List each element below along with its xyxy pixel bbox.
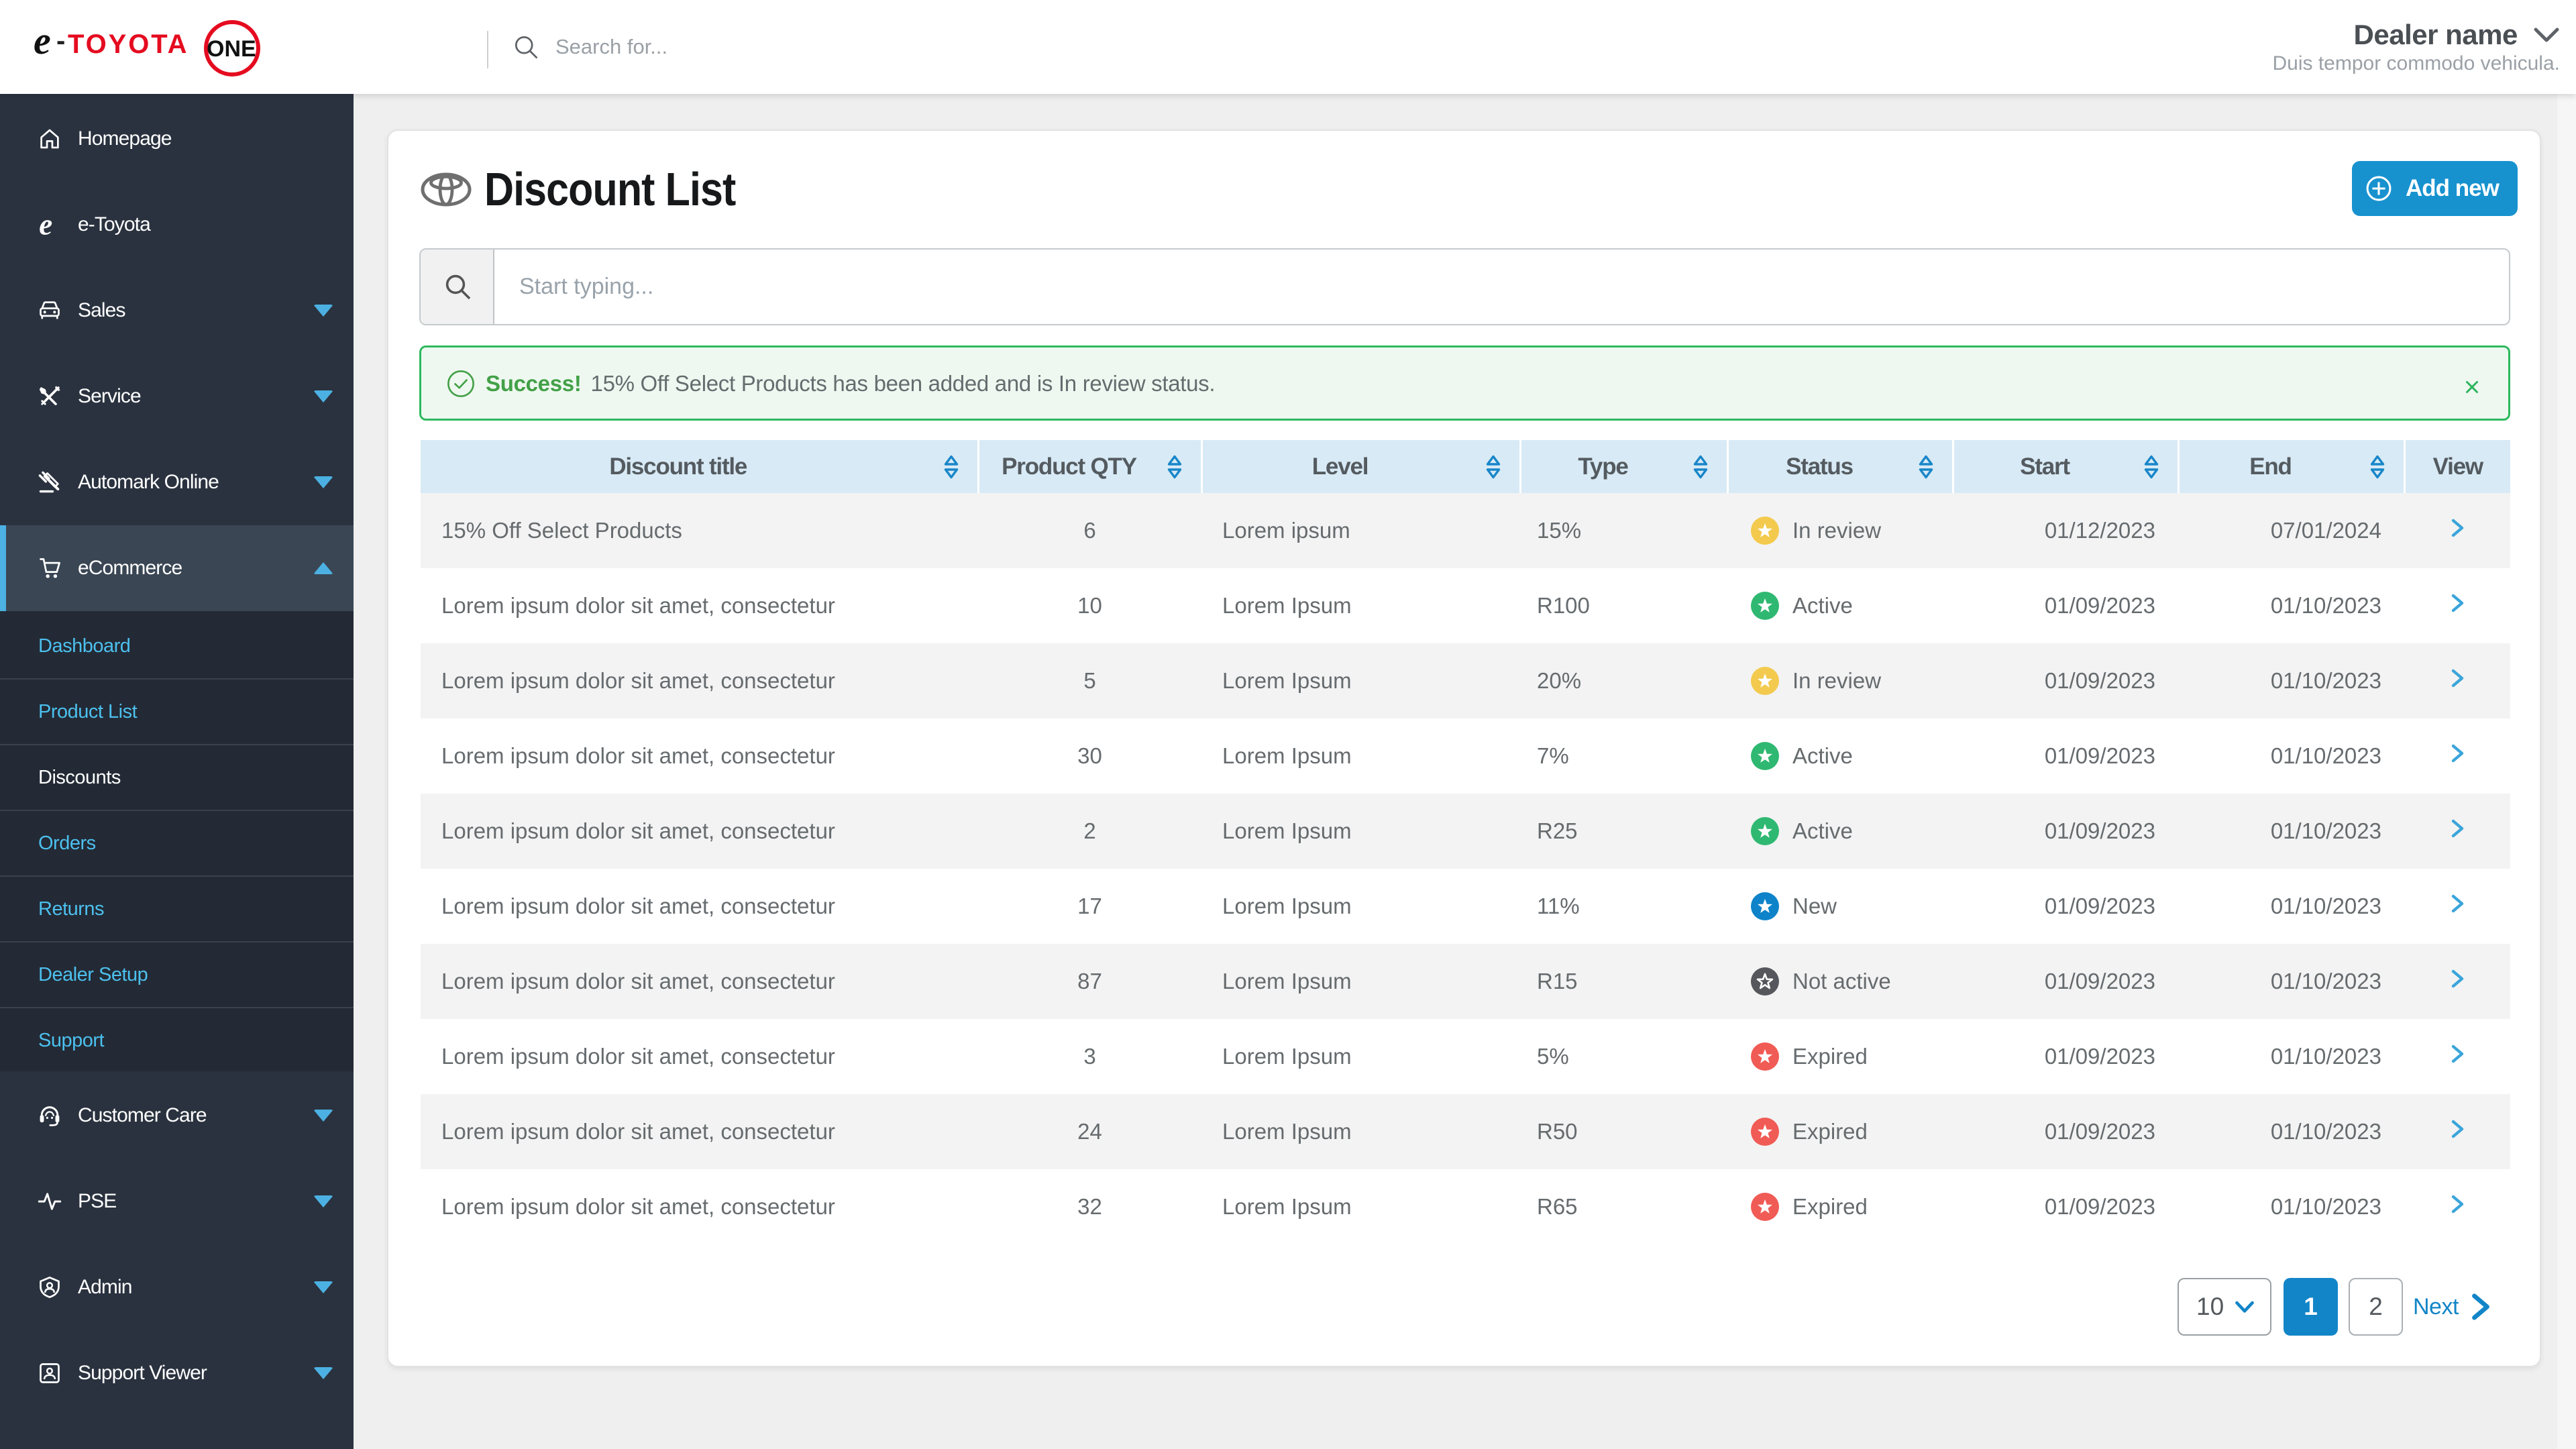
svg-text:ONE: ONE	[207, 36, 256, 62]
svg-text:TOYOTA: TOYOTA	[68, 30, 187, 59]
svg-text:-: -	[56, 26, 65, 56]
svg-text:e: e	[39, 213, 52, 237]
svg-text:e: e	[34, 19, 51, 62]
